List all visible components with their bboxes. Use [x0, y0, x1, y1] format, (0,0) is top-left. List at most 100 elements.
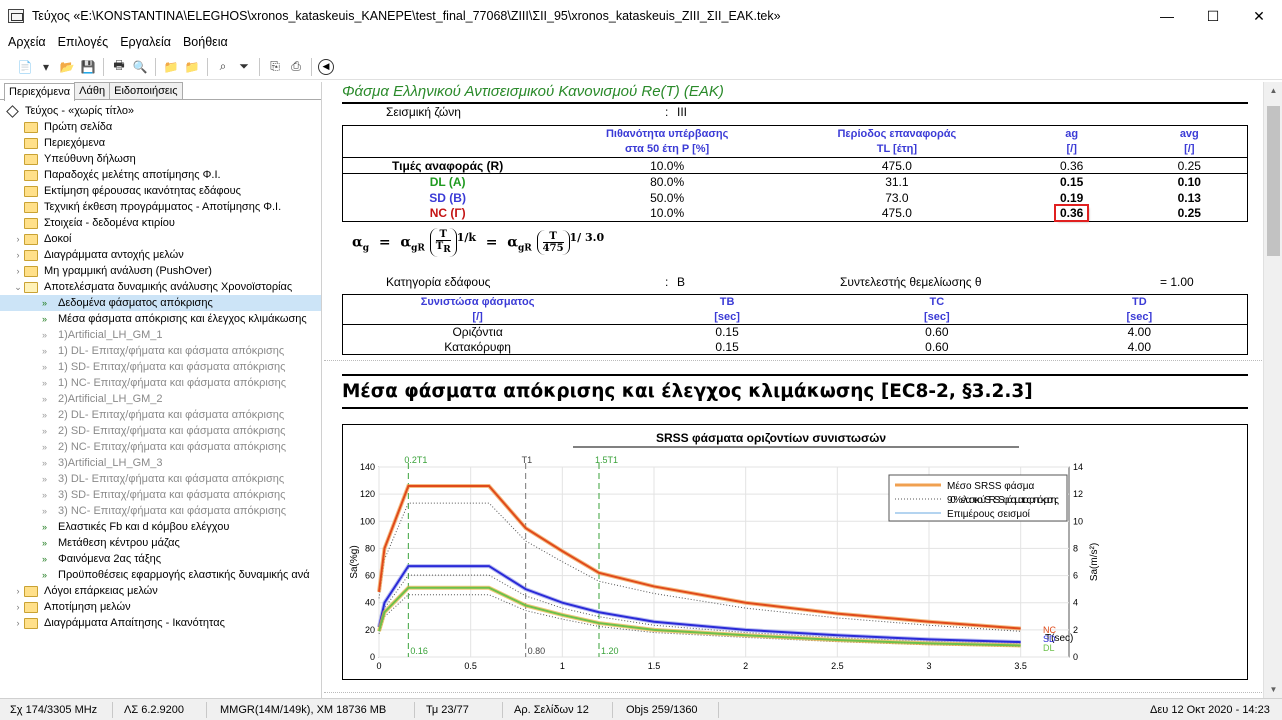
status-datetime: Δευ 12 Οκτ 2020 - 14:23 [1150, 704, 1270, 716]
tree-item[interactable]: » Δεδομένα φάσματος απόκρισης [0, 295, 321, 311]
tree-item[interactable]: Τεύχος - «χωρίς τίτλο» [0, 103, 321, 119]
minimize-button[interactable]: — [1144, 0, 1190, 32]
tree-item[interactable]: » 1) DL- Επιταχ/φήματα και φάσματα απόκρι… [0, 343, 321, 359]
highlighted-ag-value: 0.36 [1053, 204, 1090, 223]
tree-item[interactable]: » 3)Artificial_LH_GM_3 [0, 455, 321, 471]
tree-item[interactable]: » 3) NC- Επιταχ/φήματα και φάσματα απόκρι… [0, 503, 321, 519]
tree-item[interactable]: » 2) DL- Επιταχ/φήματα και φάσματα απόκρι… [0, 407, 321, 423]
tree-item[interactable]: › Διαγράμματα Απαίτησης - Ικανότητας [0, 615, 321, 631]
tree-item[interactable]: » 1) SD- Επιταχ/φήματα και φάσματα απόκρι… [0, 359, 321, 375]
export-icon[interactable]: ⎘ [266, 58, 284, 76]
vertical-scrollbar[interactable]: ▲ ▼ [1263, 82, 1282, 698]
tree-item[interactable]: › Αποτίμηση μελών [0, 599, 321, 615]
tree-item[interactable]: Στοιχεία - δεδομένα κτιρίου [0, 215, 321, 231]
period-marker-bottom-label: 1.20 [601, 646, 619, 656]
tree-item[interactable]: Υπεύθυνη δήλωση [0, 151, 321, 167]
print-icon[interactable]: 🖶 [110, 58, 128, 76]
soil-sep: : [665, 275, 669, 289]
tree-item-label: Προϋποθέσεις εφαρμογής ελαστικής δυναμικ… [58, 569, 310, 581]
header-avg: avg [1179, 127, 1199, 140]
srss-spectra-chart: SRSS φάσματα οριζοντίων συνιστωσών020406… [349, 431, 1100, 671]
tab-notifications[interactable]: Ειδοποιήσεις [109, 82, 183, 99]
tree-item[interactable]: » 2) SD- Επιταχ/φήματα και φάσματα απόκρι… [0, 423, 321, 439]
tree-item[interactable]: › Δοκοί [0, 231, 321, 247]
spectrum-table: Συνιστώσα φάσματος TB TC TD [/] [sec] [s… [342, 294, 1248, 355]
y2-tick-label: 2 [1073, 625, 1078, 635]
new-file-icon[interactable]: 📄 [16, 58, 34, 76]
expand-toggle-icon[interactable]: › [12, 586, 24, 596]
tree-item[interactable]: » 1)Artificial_LH_GM_1 [0, 327, 321, 343]
tree-item[interactable]: ⌄ Αποτελέσματα δυναμικής ανάλυσης Χρονοϊσ… [0, 279, 321, 295]
tab-errors[interactable]: Λάθη [74, 82, 111, 99]
back-icon[interactable]: ◀ [318, 58, 334, 75]
scrollbar-thumb[interactable] [1267, 106, 1280, 256]
y2-tick-label: 0 [1073, 652, 1078, 662]
tree-item[interactable]: » 2)Artificial_LH_GM_2 [0, 391, 321, 407]
folder-icon [24, 601, 38, 613]
tree-item[interactable]: » Ελαστικές Fb και d κόμβου ελέγχου [0, 519, 321, 535]
folder-icon [24, 585, 38, 597]
folder-icon[interactable]: 📁 [183, 58, 201, 76]
soil-value: B [677, 275, 686, 289]
tree-item[interactable]: Πρώτη σελίδα [0, 119, 321, 135]
y-tick-label: 80 [365, 543, 375, 553]
tree-item[interactable]: › Διαγράμματα αντοχής μελών [0, 247, 321, 263]
expand-toggle-icon[interactable]: › [12, 234, 24, 244]
arrow-grey-icon: » [42, 394, 48, 404]
expand-toggle-icon[interactable]: › [12, 266, 24, 276]
tree-item[interactable]: » Μετάθεση κέντρου μάζας [0, 535, 321, 551]
tree-item-label: 1) NC- Επιταχ/φήματα και φάσματα απόκρισ… [58, 377, 287, 389]
tree-item[interactable]: » 3) SD- Επιταχ/φήματα και φάσματα απόκρι… [0, 487, 321, 503]
expand-toggle-icon[interactable]: › [12, 250, 24, 260]
tree-item-label: Λόγοι επάρκειας μελών [44, 585, 158, 597]
tree-item[interactable]: › Λόγοι επάρκειας μελών [0, 583, 321, 599]
tree-item[interactable]: Τεχνική έκθεση προγράμματος - Αποτίμησης… [0, 199, 321, 215]
tree-item[interactable]: » Προϋποθέσεις εφαρμογής ελαστικής δυναμι… [0, 567, 321, 583]
print-preview-icon[interactable]: 🔍 [131, 58, 149, 76]
folder-icon [24, 617, 38, 629]
tree-item[interactable]: » 1) NC- Επιταχ/φήματα και φάσματα απόκρι… [0, 375, 321, 391]
scroll-up-icon[interactable]: ▲ [1264, 86, 1282, 95]
tree-item-label: Περιεχόμενα [44, 137, 106, 149]
arrow-grey-icon: » [42, 474, 48, 484]
folder-icon [24, 185, 38, 197]
tree-item-label: Διαγράμματα αντοχής μελών [44, 249, 184, 261]
folder-up-icon[interactable]: 📁 [162, 58, 180, 76]
tree-item[interactable]: » 3) DL- Επιταχ/φήματα και φάσματα απόκρι… [0, 471, 321, 487]
filter-icon[interactable]: ⏷ [235, 58, 253, 76]
tree-item-label: Αποτίμηση μελών [44, 601, 131, 613]
tree-item-label: Υπεύθυνη δήλωση [44, 153, 136, 165]
x-tick-label: 1.5 [648, 661, 661, 671]
close-button[interactable]: ✕ [1236, 0, 1282, 32]
save-icon[interactable]: 💾 [79, 58, 97, 76]
tree-item[interactable]: » 2) NC- Επιταχ/φήματα και φάσματα απόκρι… [0, 439, 321, 455]
tree-item-label: Παραδοχές μελέτης αποτίμησης Φ.Ι. [44, 169, 221, 181]
menu-files[interactable]: Αρχεία [2, 35, 52, 49]
x-tick-label: 3.5 [1014, 661, 1027, 671]
status-cpu: Σχ 174/3305 MHz [10, 704, 98, 716]
maximize-button[interactable]: ☐ [1190, 0, 1236, 32]
folder-icon [24, 265, 38, 277]
arrow-grey-icon: » [42, 346, 48, 356]
binoculars-icon[interactable]: ⌕ [214, 58, 232, 76]
menu-help[interactable]: Βοήθεια [177, 35, 234, 49]
menu-tools[interactable]: Εργαλεία [114, 35, 177, 49]
expand-toggle-icon[interactable]: › [12, 618, 24, 628]
tree-item[interactable]: › Μη γραμμική ανάλυση (PushOver) [0, 263, 321, 279]
scroll-down-icon[interactable]: ▼ [1264, 685, 1282, 694]
tree-item[interactable]: Εκτίμηση φέρουσας ικανότητας εδάφους [0, 183, 321, 199]
tab-contents[interactable]: Περιεχόμενα [4, 83, 76, 101]
expand-toggle-icon[interactable]: ⌄ [12, 282, 24, 293]
expand-toggle-icon[interactable]: › [12, 602, 24, 612]
tree-item[interactable]: Περιεχόμενα [0, 135, 321, 151]
pdf-icon[interactable]: ⎙ [287, 58, 305, 76]
dropdown-arrow-icon[interactable]: ▾ [37, 58, 55, 76]
menu-options[interactable]: Επιλογές [52, 35, 115, 49]
open-folder-icon[interactable]: 📂 [58, 58, 76, 76]
tree-item[interactable]: » Φαινόμενα 2ας τάξης [0, 551, 321, 567]
table-row: Κατακόρυφη 0.15 0.60 4.00 [342, 339, 1248, 355]
tree-item[interactable]: » Μέσα φάσματα απόκρισης και έλεγχος κλιμ… [0, 311, 321, 327]
tree-item[interactable]: Παραδοχές μελέτης αποτίμησης Φ.Ι. [0, 167, 321, 183]
status-bar: Σχ 174/3305 MHz ΛΣ 6.2.9200 MMGR(14M/149… [0, 698, 1282, 720]
arrow-icon: » [42, 522, 48, 532]
